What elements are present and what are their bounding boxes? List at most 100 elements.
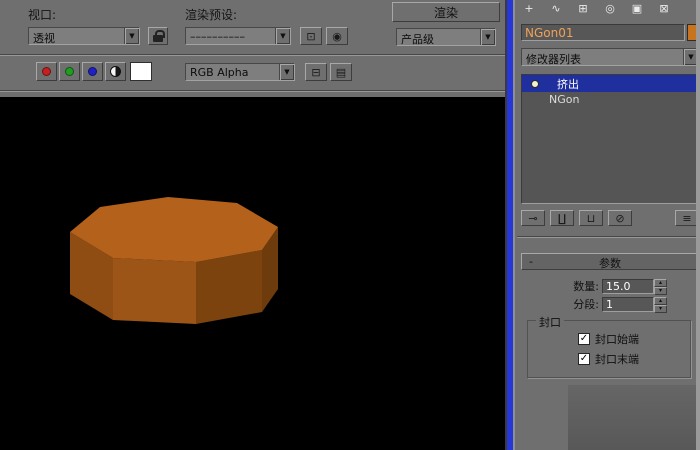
- render-viewport[interactable]: [0, 97, 505, 450]
- environment-button[interactable]: ◉: [326, 27, 348, 45]
- remove-modifier-icon: ⊘: [615, 211, 625, 225]
- check-icon: ✓: [579, 353, 589, 364]
- chevron-down-icon[interactable]: ▼: [279, 64, 294, 80]
- render-setup-icon: ⊡: [306, 29, 316, 43]
- command-panel: + ∿ ⊞ ◎ ▣ ⊠ 修改器列表 ▼ 挤出 NGon ⊸: [515, 0, 700, 450]
- modifier-stack-item-ngon[interactable]: NGon: [522, 92, 698, 108]
- screenshot-root: 视口: 渲染预设: 透视 ▼ –––––––––– ▼ ⊡ ◉ 渲染 产品级 ▼…: [0, 0, 700, 450]
- viewport-dropdown-value: 透视: [33, 32, 55, 44]
- modifier-stack-item-extrude[interactable]: 挤出: [522, 75, 698, 92]
- show-end-result-button[interactable]: ∐: [550, 210, 574, 226]
- green-channel-button[interactable]: [59, 62, 80, 81]
- motion-tab[interactable]: ◎: [598, 1, 622, 16]
- chevron-down-icon[interactable]: ▼: [124, 28, 139, 44]
- modifier-stack-item-label: NGon: [549, 93, 580, 106]
- utilities-tab[interactable]: ⊠: [652, 1, 676, 16]
- show-end-result-icon: ∐: [557, 211, 567, 225]
- channel-display-value: RGB Alpha: [190, 66, 249, 79]
- segments-row: 分段: ▴ ▾: [521, 296, 699, 313]
- make-unique-icon: ⊔: [586, 211, 596, 225]
- remove-modifier-button[interactable]: ⊘: [608, 210, 632, 226]
- modifier-stack-item-label: 挤出: [557, 77, 579, 91]
- cap-group: 封口 ✓ 封口始端 ✓ 封口末端: [527, 314, 691, 378]
- make-unique-button[interactable]: ⊔: [579, 210, 603, 226]
- amount-field[interactable]: [602, 278, 654, 294]
- lock-icon: [153, 30, 165, 42]
- render-button-label: 渲染: [433, 5, 458, 20]
- render-mode-dropdown[interactable]: 产品级 ▼: [396, 28, 496, 46]
- cap-end-checkbox[interactable]: ✓: [578, 353, 590, 365]
- render-presets-dropdown[interactable]: –––––––––– ▼: [185, 27, 291, 45]
- cap-group-label: 封口: [536, 314, 564, 330]
- panel-lower-region: [568, 385, 699, 450]
- background-color-swatch[interactable]: [130, 62, 152, 81]
- amount-row: 数量: ▴ ▾: [521, 278, 699, 295]
- cap-start-checkbox[interactable]: ✓: [578, 333, 590, 345]
- display-tab-icon: ▣: [631, 2, 643, 15]
- modify-tab[interactable]: ∿: [544, 1, 568, 16]
- modifier-enabled-bulb-icon[interactable]: [531, 79, 539, 88]
- red-channel-button[interactable]: [36, 62, 57, 81]
- object-name-field[interactable]: [521, 24, 685, 41]
- toolbar-separator: [0, 54, 505, 56]
- render-setup-button[interactable]: ⊡: [300, 27, 322, 45]
- blue-channel-icon: [88, 67, 97, 76]
- cap-end-row: ✓ 封口末端: [578, 351, 639, 367]
- toggle-ui-button[interactable]: ▤: [330, 63, 352, 81]
- panel-splitter[interactable]: [505, 0, 515, 450]
- viewport-lock-button[interactable]: [148, 27, 168, 45]
- command-panel-tabs: + ∿ ⊞ ◎ ▣ ⊠: [517, 1, 676, 16]
- viewport-label: 视口:: [28, 8, 57, 22]
- amount-label: 数量:: [573, 280, 599, 293]
- cap-end-label: 封口末端: [595, 353, 639, 366]
- parameters-rollout-title: 参数: [599, 257, 621, 270]
- rollout-collapse-icon[interactable]: -: [529, 255, 533, 268]
- panel-scrollbar[interactable]: [696, 0, 700, 450]
- toolbar-separator: [0, 90, 505, 92]
- render-button[interactable]: 渲染: [392, 2, 500, 22]
- create-tab[interactable]: +: [517, 1, 541, 16]
- create-tab-icon: +: [524, 2, 534, 15]
- modifier-list-dropdown[interactable]: 修改器列表 ▼: [521, 48, 699, 66]
- pin-stack-button[interactable]: ⊸: [521, 210, 545, 226]
- clone-window-button[interactable]: ⊟: [305, 63, 327, 81]
- check-icon: ✓: [579, 333, 589, 344]
- environment-icon: ◉: [332, 29, 342, 43]
- hierarchy-tab-icon: ⊞: [578, 2, 588, 15]
- ngon-face-front: [113, 258, 196, 324]
- amount-spinner[interactable]: ▴ ▾: [654, 278, 667, 295]
- panel-separator: [517, 236, 697, 238]
- viewport-canvas: [70, 197, 278, 324]
- spinner-up-icon[interactable]: ▴: [654, 296, 667, 305]
- viewport-dropdown[interactable]: 透视 ▼: [28, 27, 140, 45]
- channel-display-dropdown[interactable]: RGB Alpha ▼: [185, 63, 295, 81]
- render-presets-value: ––––––––––: [190, 30, 245, 43]
- render-mode-value: 产品级: [401, 33, 434, 45]
- configure-modifier-sets-icon: ≡: [682, 211, 692, 225]
- monochrome-button[interactable]: [105, 62, 126, 81]
- ngon-face-right: [196, 250, 262, 324]
- chevron-down-icon[interactable]: ▼: [275, 28, 290, 44]
- parameters-rollout-header[interactable]: - 参数: [521, 253, 699, 270]
- green-channel-icon: [65, 67, 74, 76]
- cap-start-row: ✓ 封口始端: [578, 331, 639, 347]
- segments-label: 分段:: [573, 298, 599, 311]
- hierarchy-tab[interactable]: ⊞: [571, 1, 595, 16]
- toggle-ui-icon: ▤: [335, 65, 347, 79]
- modify-tab-icon: ∿: [551, 2, 561, 15]
- clone-window-icon: ⊟: [311, 65, 321, 79]
- render-frame-window: 视口: 渲染预设: 透视 ▼ –––––––––– ▼ ⊡ ◉ 渲染 产品级 ▼…: [0, 0, 505, 450]
- chevron-down-icon[interactable]: ▼: [480, 29, 495, 45]
- spinner-up-icon[interactable]: ▴: [654, 278, 667, 287]
- utilities-tab-icon: ⊠: [659, 2, 669, 15]
- segments-field[interactable]: [602, 296, 654, 312]
- blue-channel-button[interactable]: [82, 62, 103, 81]
- motion-tab-icon: ◎: [605, 2, 615, 15]
- segments-spinner[interactable]: ▴ ▾: [654, 296, 667, 313]
- display-tab[interactable]: ▣: [625, 1, 649, 16]
- modifier-stack-toolbar: ⊸ ∐ ⊔ ⊘ ≡: [521, 210, 699, 226]
- cap-start-label: 封口始端: [595, 333, 639, 346]
- spinner-down-icon[interactable]: ▾: [654, 304, 667, 313]
- modifier-list-label: 修改器列表: [526, 53, 581, 65]
- spinner-down-icon[interactable]: ▾: [654, 286, 667, 295]
